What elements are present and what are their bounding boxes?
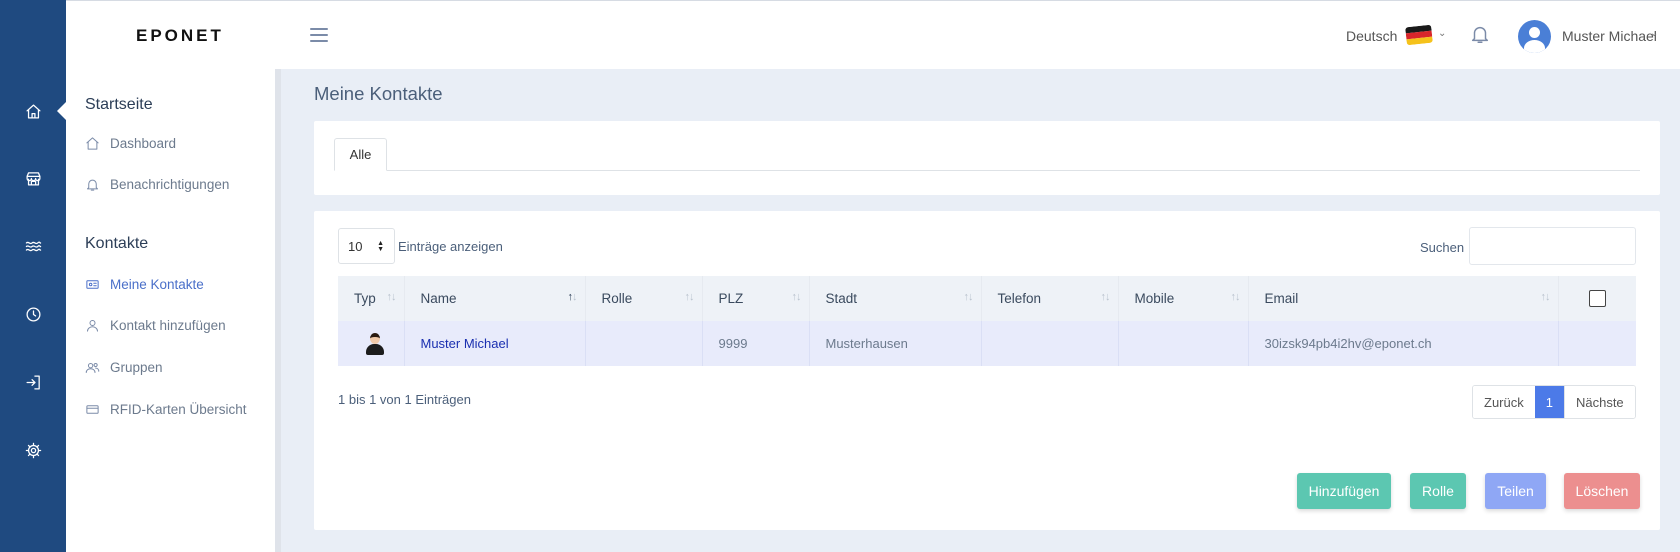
table-card: 10 ▲ ▼ Einträge anzeigen Suchen Typ ↑↓ Nam…	[314, 211, 1660, 530]
sidebar-heading-kontakte: Kontakte	[85, 235, 149, 252]
notification-bell-icon[interactable]	[1469, 23, 1491, 47]
pagination: Zurück 1 Nächste	[1472, 385, 1636, 419]
role-button[interactable]: Rolle	[1410, 473, 1466, 509]
tabs-card: Alle	[314, 121, 1660, 195]
sidebar-item-rfid-karten[interactable]: RFID-Karten Übersicht	[85, 398, 247, 420]
column-header-rolle[interactable]: Rolle ↑↓	[585, 276, 703, 321]
sidebar-item-label: Benachrichtigungen	[110, 176, 230, 192]
column-header-stadt[interactable]: Stadt ↑↓	[809, 276, 982, 321]
cell-select	[1558, 321, 1636, 366]
sidebar-item-benachrichtigungen[interactable]: Benachrichtigungen	[85, 173, 229, 195]
tab-alle[interactable]: Alle	[334, 138, 387, 171]
cell-plz: 9999	[702, 321, 810, 366]
sidebar-item-label: Meine Kontakte	[110, 276, 204, 292]
entries-length-label: Einträge anzeigen	[398, 239, 503, 254]
add-button[interactable]: Hinzufügen	[1297, 473, 1391, 509]
sort-icon: ↑↓	[963, 291, 974, 303]
sidebar-item-dashboard[interactable]: Dashboard	[85, 132, 176, 154]
sidebar-item-label: Gruppen	[110, 359, 163, 375]
column-header-mobile[interactable]: Mobile ↑↓	[1118, 276, 1249, 321]
table-info: 1 bis 1 von 1 Einträgen	[338, 392, 471, 407]
pagination-prev-button[interactable]: Zurück	[1473, 386, 1535, 418]
column-header-telefon[interactable]: Telefon ↑↓	[981, 276, 1119, 321]
cell-mobile	[1118, 321, 1249, 366]
sidebar-item-kontakt-hinzufuegen[interactable]: Kontakt hinzufügen	[85, 314, 226, 336]
sidebar-item-label: RFID-Karten Übersicht	[110, 401, 247, 417]
sidebar-item-label: Dashboard	[110, 135, 177, 151]
column-header-name[interactable]: Name ↑↓	[404, 276, 586, 321]
sort-ascending-icon: ↑↓	[567, 291, 578, 303]
sort-icon: ↑↓	[791, 291, 802, 303]
sort-icon: ↑↓	[684, 291, 695, 303]
icon-rail	[0, 0, 67, 552]
cell-name[interactable]: Muster Michael	[404, 321, 586, 366]
login-icon[interactable]	[0, 362, 66, 402]
select-arrows-icon: ▲ ▼	[377, 240, 384, 253]
users-icon	[85, 362, 100, 373]
contact-name-link[interactable]: Muster Michael	[421, 336, 509, 351]
credit-card-icon	[86, 404, 99, 414]
user-name[interactable]: Muster Michael	[1562, 28, 1657, 44]
column-header-typ[interactable]: Typ ↑↓	[338, 276, 405, 321]
top-bar: EPONET Deutsch ⌄ Muster Michael ⌄	[66, 0, 1680, 69]
select-all-checkbox[interactable]	[1588, 290, 1606, 307]
logo: EPONET	[136, 26, 224, 45]
cell-telefon	[981, 321, 1119, 366]
search-label: Suchen	[1420, 240, 1465, 255]
language-label[interactable]: Deutsch	[1346, 28, 1397, 44]
language-chevron-down-icon[interactable]: ⌄	[1438, 28, 1446, 39]
pagination-next-button[interactable]: Nächste	[1563, 386, 1635, 418]
sidebar-item-meine-kontakte[interactable]: Meine Kontakte	[85, 273, 204, 295]
delete-button[interactable]: Löschen	[1564, 473, 1640, 509]
sidebar-item-gruppen[interactable]: Gruppen	[85, 356, 163, 378]
contacts-table: Typ ↑↓ Name ↑↓ Rolle ↑↓ PLZ ↑↓ Stadt ↑↓ Telef…	[338, 276, 1636, 366]
tab-divider	[334, 170, 1640, 171]
cell-stadt: Musterhausen	[809, 321, 982, 366]
sort-icon: ↑↓	[1230, 291, 1241, 303]
sort-icon: ↑↓	[386, 291, 397, 303]
sort-icon: ↑↓	[1540, 291, 1551, 303]
cell-rolle	[585, 321, 703, 366]
entries-length-value: 10	[348, 239, 363, 254]
menu-toggle-icon[interactable]	[310, 23, 328, 47]
table-row[interactable]: Muster Michael 9999 Musterhausen 30izsk9…	[338, 321, 1636, 366]
column-header-plz[interactable]: PLZ ↑↓	[702, 276, 810, 321]
column-header-email[interactable]: Email ↑↓	[1248, 276, 1559, 321]
page-title: Meine Kontakte	[314, 83, 443, 104]
search-input[interactable]	[1469, 227, 1636, 265]
user-icon	[87, 319, 98, 332]
table-header-row: Typ ↑↓ Name ↑↓ Rolle ↑↓ PLZ ↑↓ Stadt ↑↓ Telef…	[338, 276, 1636, 321]
person-avatar-icon	[366, 332, 384, 355]
sort-icon: ↑↓	[1100, 291, 1111, 303]
cell-email: 30izsk94pb4i2hv@eponet.ch	[1248, 321, 1559, 366]
sidebar: Startseite Dashboard Benachrichtigungen …	[66, 69, 281, 552]
waves-icon[interactable]	[0, 226, 66, 266]
germany-flag-icon[interactable]	[1405, 24, 1433, 46]
sidebar-item-label: Kontakt hinzufügen	[110, 317, 226, 333]
contact-card-icon	[86, 279, 99, 289]
store-icon[interactable]	[0, 158, 66, 198]
pagination-page-1[interactable]: 1	[1534, 386, 1564, 418]
user-chevron-down-icon[interactable]: ⌄	[1650, 28, 1658, 39]
clock-icon[interactable]	[0, 294, 66, 334]
gear-icon[interactable]	[0, 430, 66, 470]
entries-length-select[interactable]: 10 ▲ ▼	[338, 228, 395, 264]
cell-typ	[338, 321, 405, 366]
share-button[interactable]: Teilen	[1485, 473, 1546, 509]
column-header-select-all	[1558, 276, 1636, 321]
bell-icon	[87, 179, 98, 191]
home-icon	[86, 136, 99, 150]
sidebar-heading-startseite: Startseite	[85, 96, 153, 113]
user-avatar[interactable]	[1518, 20, 1551, 53]
